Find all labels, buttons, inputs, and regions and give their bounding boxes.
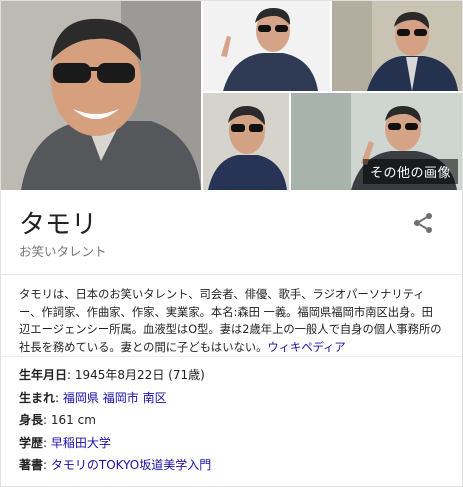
fact-link[interactable]: 福岡県	[63, 391, 99, 405]
portrait-image	[203, 93, 289, 190]
fact-row: 生まれ: 福岡県 福岡市 南区	[19, 387, 449, 410]
fact-value: 161 cm	[50, 413, 96, 427]
fact-key: 著書	[19, 458, 44, 472]
wikipedia-link[interactable]: ウィキペディア	[267, 341, 345, 354]
fact-separator: :	[43, 435, 51, 450]
fact-key: 身長	[19, 413, 44, 427]
fact-link[interactable]: タモリのTOKYO坂道美学入門	[51, 458, 211, 472]
fact-value: 1945年8月22日 (71歳)	[74, 368, 205, 382]
description-text: タモリは、日本のお笑いタレント、司会者、俳優、歌手、ラジオパーソナリティー、作詞…	[19, 288, 442, 354]
fact-separator: :	[43, 413, 51, 427]
share-icon	[414, 213, 432, 233]
fact-link[interactable]: 福岡市	[103, 391, 139, 405]
divider	[1, 356, 462, 357]
fact-separator: :	[67, 368, 75, 382]
fact-link[interactable]: 南区	[143, 391, 167, 405]
portrait-image	[1, 1, 201, 190]
entity-subtitle: お笑いタレント	[19, 244, 107, 259]
fact-link[interactable]: 早稲田大学	[51, 436, 111, 450]
portrait-image	[332, 1, 462, 91]
photo-4[interactable]	[203, 93, 289, 190]
fact-row: 身長: 161 cm	[19, 409, 449, 432]
fact-key: 学歴	[19, 435, 44, 450]
portrait-image	[203, 1, 330, 91]
entity-title: タモリ	[19, 210, 98, 240]
fact-row: 学歴: 早稲田大学	[19, 432, 449, 455]
image-grid: その他の画像	[1, 1, 462, 190]
share-button[interactable]	[411, 211, 435, 235]
entity-description: タモリは、日本のお笑いタレント、司会者、俳優、歌手、ラジオパーソナリティー、作詞…	[19, 286, 444, 356]
fact-row: 著書: タモリのTOKYO坂道美学入門	[19, 454, 449, 477]
fact-key: 生まれ	[19, 390, 56, 405]
entity-header: タモリ お笑いタレント	[1, 190, 462, 275]
main-photo[interactable]	[1, 1, 201, 190]
fact-separator: :	[55, 390, 63, 405]
photo-5[interactable]: その他の画像	[291, 93, 462, 190]
fact-separator: :	[43, 458, 51, 472]
photo-3[interactable]	[332, 1, 462, 91]
more-images-button[interactable]: その他の画像	[362, 159, 458, 184]
fact-row: 生年月日: 1945年8月22日 (71歳)	[19, 364, 449, 387]
photo-2[interactable]	[203, 1, 330, 91]
facts-list: 生年月日: 1945年8月22日 (71歳) 生まれ: 福岡県 福岡市 南区 身長:…	[19, 364, 449, 477]
fact-key: 生年月日	[19, 368, 68, 382]
knowledge-panel: その他の画像 タモリ お笑いタレント タモリは、日本のお笑いタレント、司会者、俳…	[0, 0, 463, 487]
